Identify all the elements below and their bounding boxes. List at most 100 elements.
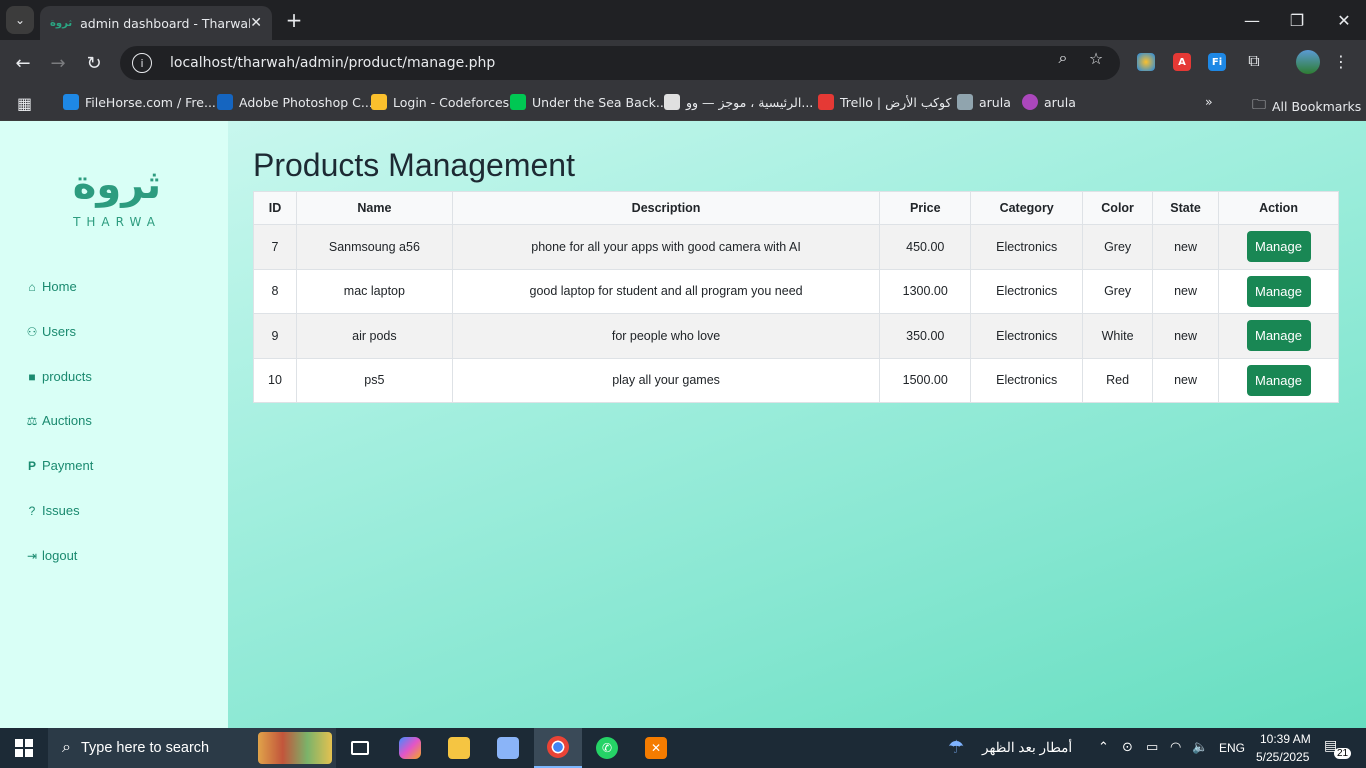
- column-header-name: Name: [295, 191, 453, 225]
- taskbar-copilot[interactable]: [386, 728, 434, 768]
- wifi-icon[interactable]: ◠: [1170, 740, 1181, 755]
- clock-date[interactable]: 5/25/2025: [1256, 750, 1309, 764]
- extension-pdf-icon[interactable]: A: [1173, 53, 1191, 71]
- tab-title: admin dashboard - TharwahStore: [80, 15, 250, 31]
- bookmark-star-icon[interactable]: ☆: [1085, 47, 1107, 69]
- reload-button[interactable]: ↻: [81, 50, 107, 76]
- apps-grid-icon[interactable]: ▦: [17, 94, 32, 113]
- column-header-state: State: [1152, 191, 1220, 225]
- taskbar-whatsapp[interactable]: ✆: [583, 728, 631, 768]
- cell-state: new: [1152, 268, 1220, 314]
- sidebar: ثروة THARWA ⌂ Home ⚇ Users ■ products ⚖ …: [0, 121, 228, 728]
- bookmark-trello[interactable]: Trello | كوكب الأرض: [818, 94, 951, 110]
- trello-icon: [818, 94, 834, 110]
- address-bar[interactable]: i localhost/tharwah/admin/product/manage…: [120, 46, 1120, 80]
- page-title: Products Management: [253, 147, 575, 183]
- extension-fi-icon[interactable]: Fi: [1208, 53, 1226, 71]
- more-bookmarks-icon[interactable]: »: [1205, 94, 1213, 109]
- bookmark-photoshop[interactable]: Adobe Photoshop C...: [217, 94, 373, 110]
- all-bookmarks-button[interactable]: 🗀 All Bookmarks: [1252, 94, 1361, 118]
- task-view-button[interactable]: [336, 728, 384, 768]
- extension-color-icon[interactable]: [1137, 53, 1155, 71]
- zoom-search-icon[interactable]: ⌕: [1052, 47, 1074, 69]
- tab-search-button[interactable]: ⌄: [6, 6, 34, 34]
- close-window-button[interactable]: ✕: [1332, 8, 1356, 32]
- gavel-icon: ⚖: [26, 413, 38, 428]
- sidebar-item-label: Payment: [42, 458, 94, 473]
- sidebar-item-logout[interactable]: ⇥ logout: [25, 548, 77, 563]
- cell-state: new: [1152, 357, 1220, 403]
- clock-time[interactable]: 10:39 AM: [1260, 732, 1311, 746]
- tharwa-logo[interactable]: ثروة THARWA: [62, 161, 172, 241]
- bookmark-under-the-sea[interactable]: Under the Sea Back...: [510, 94, 668, 110]
- site-info-icon[interactable]: i: [132, 53, 152, 73]
- sidebar-item-label: products: [42, 369, 92, 384]
- taskbar-xampp[interactable]: ✕: [632, 728, 680, 768]
- bookmarks-bar: ▦ FileHorse.com / Fre... Adobe Photoshop…: [0, 86, 1366, 121]
- browser-tab-bar: ⌄ ثروة admin dashboard - TharwahStore ✕ …: [0, 0, 1366, 40]
- chrome-menu-icon[interactable]: ⋮: [1330, 50, 1352, 72]
- bookmark-arabic-feed[interactable]: الرئيسية ، موجز — وو...: [664, 94, 813, 110]
- codeforces-icon: [371, 94, 387, 110]
- weather-umbrella-icon[interactable]: ☂: [948, 737, 964, 758]
- cell-category: Electronics: [970, 357, 1084, 403]
- sidebar-item-issues[interactable]: ? Issues: [25, 503, 80, 518]
- cell-id: 7: [253, 224, 297, 270]
- start-button[interactable]: [0, 728, 48, 768]
- manage-button[interactable]: Manage: [1246, 231, 1311, 263]
- sidebar-item-payment[interactable]: P Payment: [25, 458, 93, 473]
- photos-icon: [497, 737, 519, 759]
- photoshop-icon: [217, 94, 233, 110]
- browser-toolbar: ← → ↻ i localhost/tharwah/admin/product/…: [0, 40, 1366, 86]
- search-placeholder: Type here to search: [80, 740, 210, 756]
- sidebar-item-home[interactable]: ⌂ Home: [25, 279, 76, 294]
- sidebar-item-auctions[interactable]: ⚖ Auctions: [25, 413, 92, 428]
- task-view-icon: [351, 741, 369, 755]
- restore-button[interactable]: ❐: [1285, 8, 1309, 32]
- gear-icon: [957, 94, 973, 110]
- bookmark-codeforces[interactable]: Login - Codeforces: [371, 94, 509, 110]
- profile-avatar[interactable]: [1296, 50, 1320, 74]
- battery-icon[interactable]: ▭: [1146, 740, 1158, 755]
- sidebar-item-products[interactable]: ■ products: [25, 369, 92, 384]
- cell-category: Electronics: [970, 268, 1084, 314]
- weather-text[interactable]: أمطار بعد الظهر: [982, 740, 1072, 756]
- volume-icon[interactable]: 🔈: [1192, 740, 1208, 755]
- column-header-id: ID: [253, 191, 297, 225]
- sidebar-item-users[interactable]: ⚇ Users: [25, 324, 76, 339]
- manage-button[interactable]: Manage: [1246, 275, 1311, 307]
- meet-icon[interactable]: ⊙: [1122, 740, 1133, 755]
- cell-action: Manage: [1218, 313, 1339, 359]
- cell-category: Electronics: [970, 313, 1084, 359]
- logout-icon: ⇥: [26, 548, 38, 563]
- taskbar-search-box[interactable]: ⌕ Type here to search: [48, 728, 336, 768]
- bookmark-arula-2[interactable]: arula: [1022, 94, 1076, 110]
- language-indicator[interactable]: ENG: [1219, 741, 1245, 755]
- xampp-icon: ✕: [645, 737, 667, 759]
- bookmark-arula-1[interactable]: arula: [957, 94, 1011, 110]
- page-icon: [664, 94, 680, 110]
- search-highlight-image[interactable]: [258, 732, 332, 764]
- back-button[interactable]: ←: [10, 50, 36, 76]
- taskbar-app-photos[interactable]: [484, 728, 532, 768]
- taskbar-file-explorer[interactable]: [435, 728, 483, 768]
- bookmark-label: الرئيسية ، موجز — وو...: [686, 94, 814, 110]
- forward-button[interactable]: →: [45, 50, 71, 76]
- extensions-puzzle-icon[interactable]: ⧉: [1243, 50, 1265, 72]
- cell-description: play all your games: [451, 357, 881, 403]
- minimize-button[interactable]: —: [1240, 8, 1264, 32]
- taskbar-chrome[interactable]: [534, 728, 582, 768]
- url-text[interactable]: localhost/tharwah/admin/product/manage.p…: [170, 55, 495, 71]
- bag-icon: ■: [28, 369, 36, 384]
- cell-id: 9: [253, 313, 297, 359]
- table-row: 10 ps5 play all your games 1500.00 Elect…: [253, 357, 1339, 403]
- tab-close-icon[interactable]: ✕: [250, 15, 262, 31]
- new-tab-button[interactable]: +: [282, 8, 306, 32]
- manage-button[interactable]: Manage: [1246, 320, 1311, 352]
- manage-button[interactable]: Manage: [1246, 364, 1311, 396]
- cell-state: new: [1152, 224, 1220, 270]
- browser-tab-active[interactable]: ثروة admin dashboard - TharwahStore ✕: [40, 6, 272, 40]
- bookmark-filehorse[interactable]: FileHorse.com / Fre...: [63, 94, 216, 110]
- show-hidden-icons-icon[interactable]: ⌃: [1098, 740, 1109, 755]
- windows-taskbar: ⌕ Type here to search ✆ ✕ ☂ أمطار بعد ال…: [0, 728, 1366, 768]
